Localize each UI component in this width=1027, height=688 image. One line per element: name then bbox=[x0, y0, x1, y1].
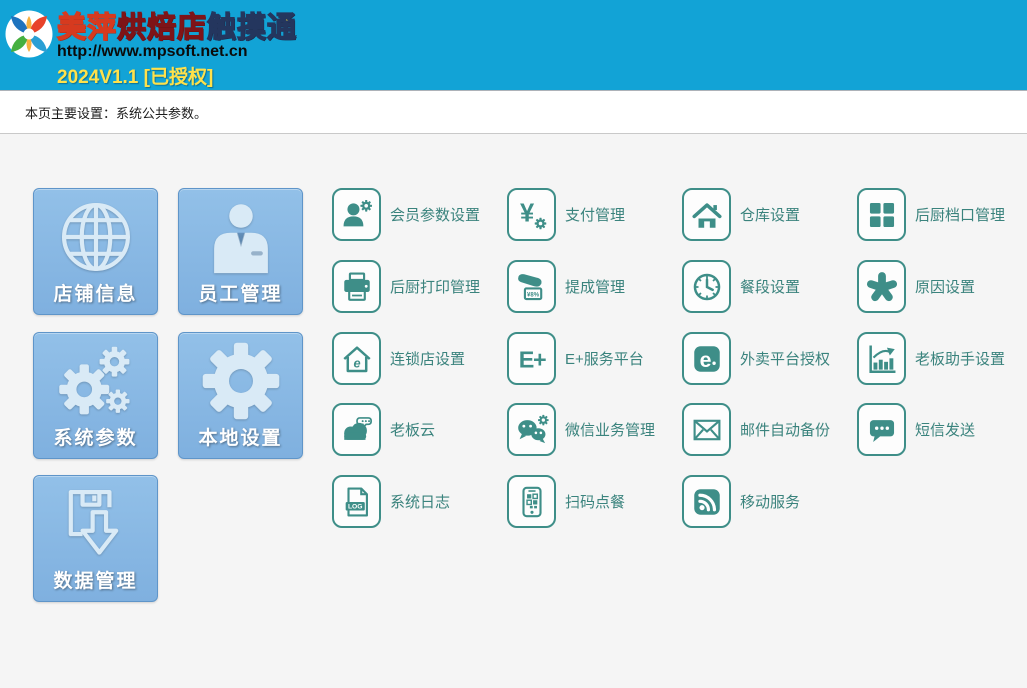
svg-text:LOG: LOG bbox=[347, 503, 362, 510]
tile-label: 提成管理 bbox=[565, 279, 626, 296]
store-info-button[interactable]: 店铺信息 bbox=[33, 188, 158, 315]
tile-label: E+服务平台 bbox=[565, 351, 644, 368]
tile-label: 老板助手设置 bbox=[915, 351, 1006, 368]
email-backup-icon bbox=[682, 403, 731, 456]
svg-text:e: e bbox=[699, 347, 711, 371]
member-params-tile[interactable]: 会员参数设置 bbox=[332, 188, 480, 241]
takeout-platform-icon: e bbox=[682, 332, 731, 385]
svg-text:¥8%: ¥8% bbox=[527, 292, 540, 298]
warehouse-icon bbox=[682, 188, 731, 241]
tile-label: 邮件自动备份 bbox=[740, 422, 831, 439]
big-button-label: 数据管理 bbox=[53, 571, 138, 592]
local-settings-button[interactable]: 本地设置 bbox=[178, 332, 303, 459]
tile-label: 短信发送 bbox=[915, 422, 976, 439]
wechat-business-tile[interactable]: 微信业务管理 bbox=[507, 403, 655, 456]
app-version: 2024V1.1 [已授权] bbox=[57, 67, 214, 89]
reason-asterisk-icon bbox=[857, 260, 906, 313]
payment-icon: ¥ bbox=[507, 188, 556, 241]
tile-label: 仓库设置 bbox=[740, 207, 801, 224]
employee-icon bbox=[179, 189, 302, 279]
tile-label: 微信业务管理 bbox=[565, 422, 656, 439]
big-button-label: 员工管理 bbox=[198, 284, 283, 305]
boss-cloud-icon bbox=[332, 403, 381, 456]
commission-icon: ¥8% bbox=[507, 260, 556, 313]
svg-text:e: e bbox=[353, 355, 360, 370]
big-button-label: 本地设置 bbox=[198, 428, 283, 449]
commission-tile[interactable]: ¥8% 提成管理 bbox=[507, 260, 625, 313]
warehouse-tile[interactable]: 仓库设置 bbox=[682, 188, 800, 241]
info-bar-text: 本页主要设置：系统公共参数。 bbox=[25, 105, 208, 121]
app-title-brand: 美萍 bbox=[56, 12, 118, 44]
boss-cloud-tile[interactable]: 老板云 bbox=[332, 403, 435, 456]
tile-label: 支付管理 bbox=[565, 207, 626, 224]
mobile-service-tile[interactable]: 移动服务 bbox=[682, 475, 800, 528]
tile-label: 外卖平台授权 bbox=[740, 351, 831, 368]
boss-assistant-chart-icon bbox=[857, 332, 906, 385]
sms-send-tile[interactable]: 短信发送 bbox=[857, 403, 975, 456]
big-button-label: 店铺信息 bbox=[53, 284, 138, 305]
email-backup-tile[interactable]: 邮件自动备份 bbox=[682, 403, 830, 456]
app-header: 美萍烘焙店触摸通 http://www.mpsoft.net.cn 2024V1… bbox=[0, 0, 1027, 90]
data-mgmt-button[interactable]: 数据管理 bbox=[33, 475, 158, 602]
app-title: 美萍烘焙店触摸通 bbox=[56, 12, 298, 44]
eplus-icon: E+ bbox=[507, 332, 556, 385]
gears-icon bbox=[34, 333, 157, 423]
takeout-auth-tile[interactable]: e 外卖平台授权 bbox=[682, 332, 830, 385]
mobile-service-icon bbox=[682, 475, 731, 528]
reason-tile[interactable]: 原因设置 bbox=[857, 260, 975, 313]
tile-label: 后厨档口管理 bbox=[915, 207, 1006, 224]
globe-icon bbox=[34, 189, 157, 279]
tile-label: 连锁店设置 bbox=[390, 351, 466, 368]
app-url: http://www.mpsoft.net.cn bbox=[57, 43, 248, 61]
tile-label: 移动服务 bbox=[740, 494, 801, 511]
tile-label: 会员参数设置 bbox=[390, 207, 481, 224]
qr-ordering-tile[interactable]: 扫码点餐 bbox=[507, 475, 625, 528]
system-log-tile[interactable]: LOG 系统日志 bbox=[332, 475, 450, 528]
tile-label: 扫码点餐 bbox=[565, 494, 626, 511]
app-title-suffix: 触摸通 bbox=[206, 12, 298, 44]
tile-label: 系统日志 bbox=[390, 494, 451, 511]
tile-label: 餐段设置 bbox=[740, 279, 801, 296]
boss-assistant-tile[interactable]: 老板助手设置 bbox=[857, 332, 1005, 385]
employee-mgmt-button[interactable]: 员工管理 bbox=[178, 188, 303, 315]
sms-icon bbox=[857, 403, 906, 456]
wechat-icon bbox=[507, 403, 556, 456]
meal-period-clock-icon bbox=[682, 260, 731, 313]
system-params-button[interactable]: 系统参数 bbox=[33, 332, 158, 459]
big-button-label: 系统参数 bbox=[53, 428, 138, 449]
svg-text:¥: ¥ bbox=[519, 199, 534, 227]
tile-label: 原因设置 bbox=[915, 279, 976, 296]
kitchen-station-tile[interactable]: 后厨档口管理 bbox=[857, 188, 1005, 241]
chain-store-icon: e bbox=[332, 332, 381, 385]
eplus-platform-tile[interactable]: E+ E+服务平台 bbox=[507, 332, 644, 385]
gear-icon bbox=[179, 333, 302, 423]
tile-label: 后厨打印管理 bbox=[390, 279, 481, 296]
chain-store-tile[interactable]: e 连锁店设置 bbox=[332, 332, 465, 385]
info-bar: 本页主要设置：系统公共参数。 bbox=[0, 90, 1027, 134]
system-log-icon: LOG bbox=[332, 475, 381, 528]
kitchen-print-tile[interactable]: 后厨打印管理 bbox=[332, 260, 480, 313]
payment-mgmt-tile[interactable]: ¥ 支付管理 bbox=[507, 188, 625, 241]
save-disk-arrow-icon bbox=[34, 476, 157, 566]
meal-period-tile[interactable]: 餐段设置 bbox=[682, 260, 800, 313]
app-logo-icon bbox=[4, 9, 54, 59]
app-title-product: 烘焙店 bbox=[116, 12, 208, 44]
kitchen-printer-icon bbox=[332, 260, 381, 313]
svg-text:E+: E+ bbox=[518, 346, 545, 372]
member-settings-icon bbox=[332, 188, 381, 241]
tile-label: 老板云 bbox=[390, 422, 436, 439]
kitchen-station-icon bbox=[857, 188, 906, 241]
qr-ordering-icon bbox=[507, 475, 556, 528]
settings-main-area: 店铺信息 员工管理系统参数 本地设置数据管理 会员参数设置 ¥ 支付管理 仓库设置 后厨档口… bbox=[0, 134, 1027, 688]
